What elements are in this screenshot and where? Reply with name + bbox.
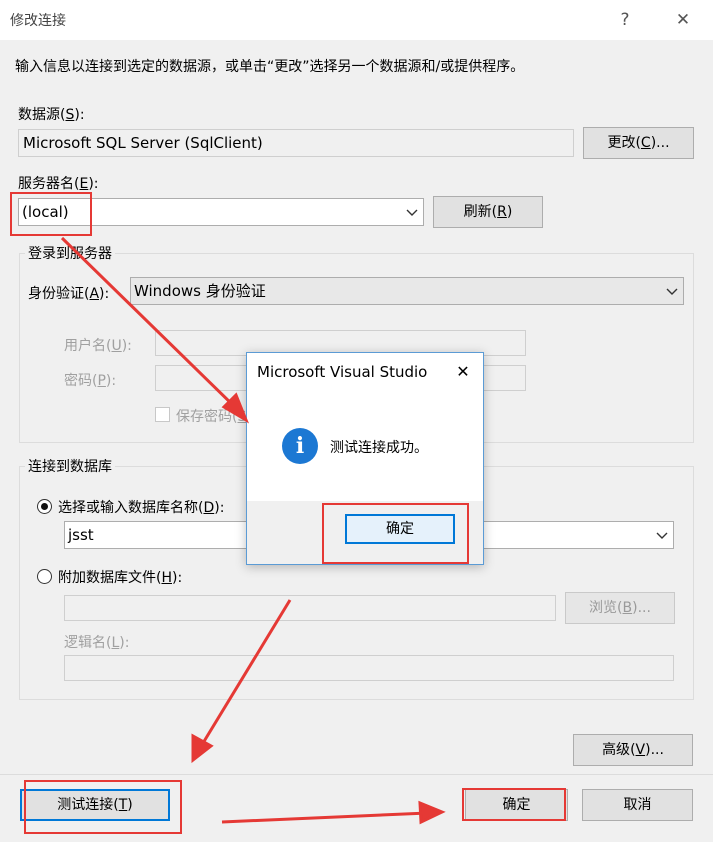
database-name-value: jsst bbox=[68, 526, 94, 544]
message-box: Microsoft Visual Studio ✕ i 测试连接成功。 确定 bbox=[246, 352, 484, 565]
server-value: (local) bbox=[22, 203, 69, 221]
help-button[interactable]: ? bbox=[608, 6, 642, 34]
select-database-radio[interactable] bbox=[37, 499, 52, 514]
close-button[interactable]: ✕ bbox=[666, 6, 700, 34]
cancel-button[interactable]: 取消 bbox=[582, 789, 693, 821]
intro-text: 输入信息以连接到选定的数据源，或单击“更改”选择另一个数据源和/或提供程序。 bbox=[15, 59, 525, 75]
server-label: 服务器名(E): bbox=[18, 176, 99, 192]
save-password-label: 保存密码(S) bbox=[176, 409, 252, 425]
arrow-head-2 bbox=[191, 733, 214, 764]
footer-divider bbox=[0, 774, 713, 775]
auth-value: Windows 身份验证 bbox=[134, 282, 266, 300]
username-label: 用户名(U): bbox=[64, 338, 132, 354]
data-source-label: 数据源(S): bbox=[18, 107, 85, 123]
password-label: 密码(P): bbox=[64, 373, 117, 389]
logical-name-field[interactable] bbox=[64, 655, 674, 681]
server-combobox[interactable]: (local) bbox=[18, 198, 424, 226]
auth-combobox[interactable]: Windows 身份验证 bbox=[130, 277, 684, 305]
attach-file-label: 附加数据库文件(H): bbox=[58, 570, 183, 586]
chevron-down-icon bbox=[406, 209, 418, 216]
change-button[interactable]: 更改(C)... bbox=[583, 127, 694, 159]
attach-file-field[interactable] bbox=[64, 595, 556, 621]
chevron-down-icon bbox=[656, 532, 668, 539]
attach-file-radio[interactable] bbox=[37, 569, 52, 584]
info-icon: i bbox=[282, 428, 318, 464]
browse-button[interactable]: 浏览(B)... bbox=[565, 592, 675, 624]
message-box-title: Microsoft Visual Studio bbox=[257, 363, 428, 381]
message-box-footer: 确定 bbox=[247, 501, 483, 564]
refresh-button[interactable]: 刷新(R) bbox=[433, 196, 543, 228]
arrow-head-3 bbox=[418, 800, 446, 825]
test-connection-button[interactable]: 测试连接(T) bbox=[20, 789, 170, 821]
chevron-down-icon bbox=[666, 288, 678, 295]
login-group-title: 登录到服务器 bbox=[25, 243, 115, 263]
advanced-button[interactable]: 高级(V)... bbox=[573, 734, 693, 766]
message-box-close-button[interactable]: ✕ bbox=[449, 359, 477, 385]
window-title: 修改连接 bbox=[10, 13, 66, 29]
save-password-checkbox[interactable] bbox=[155, 407, 170, 422]
ok-button[interactable]: 确定 bbox=[465, 789, 568, 821]
database-group-title: 连接到数据库 bbox=[25, 456, 115, 476]
auth-label: 身份验证(A): bbox=[28, 286, 110, 302]
logical-name-label: 逻辑名(L): bbox=[64, 635, 130, 651]
select-database-label: 选择或输入数据库名称(D): bbox=[58, 500, 225, 516]
message-text: 测试连接成功。 bbox=[330, 440, 428, 456]
message-box-ok-button[interactable]: 确定 bbox=[345, 514, 455, 544]
data-source-field: Microsoft SQL Server (SqlClient) bbox=[18, 129, 574, 157]
arrow-to-ok-button bbox=[221, 811, 429, 824]
title-bar bbox=[0, 0, 713, 40]
